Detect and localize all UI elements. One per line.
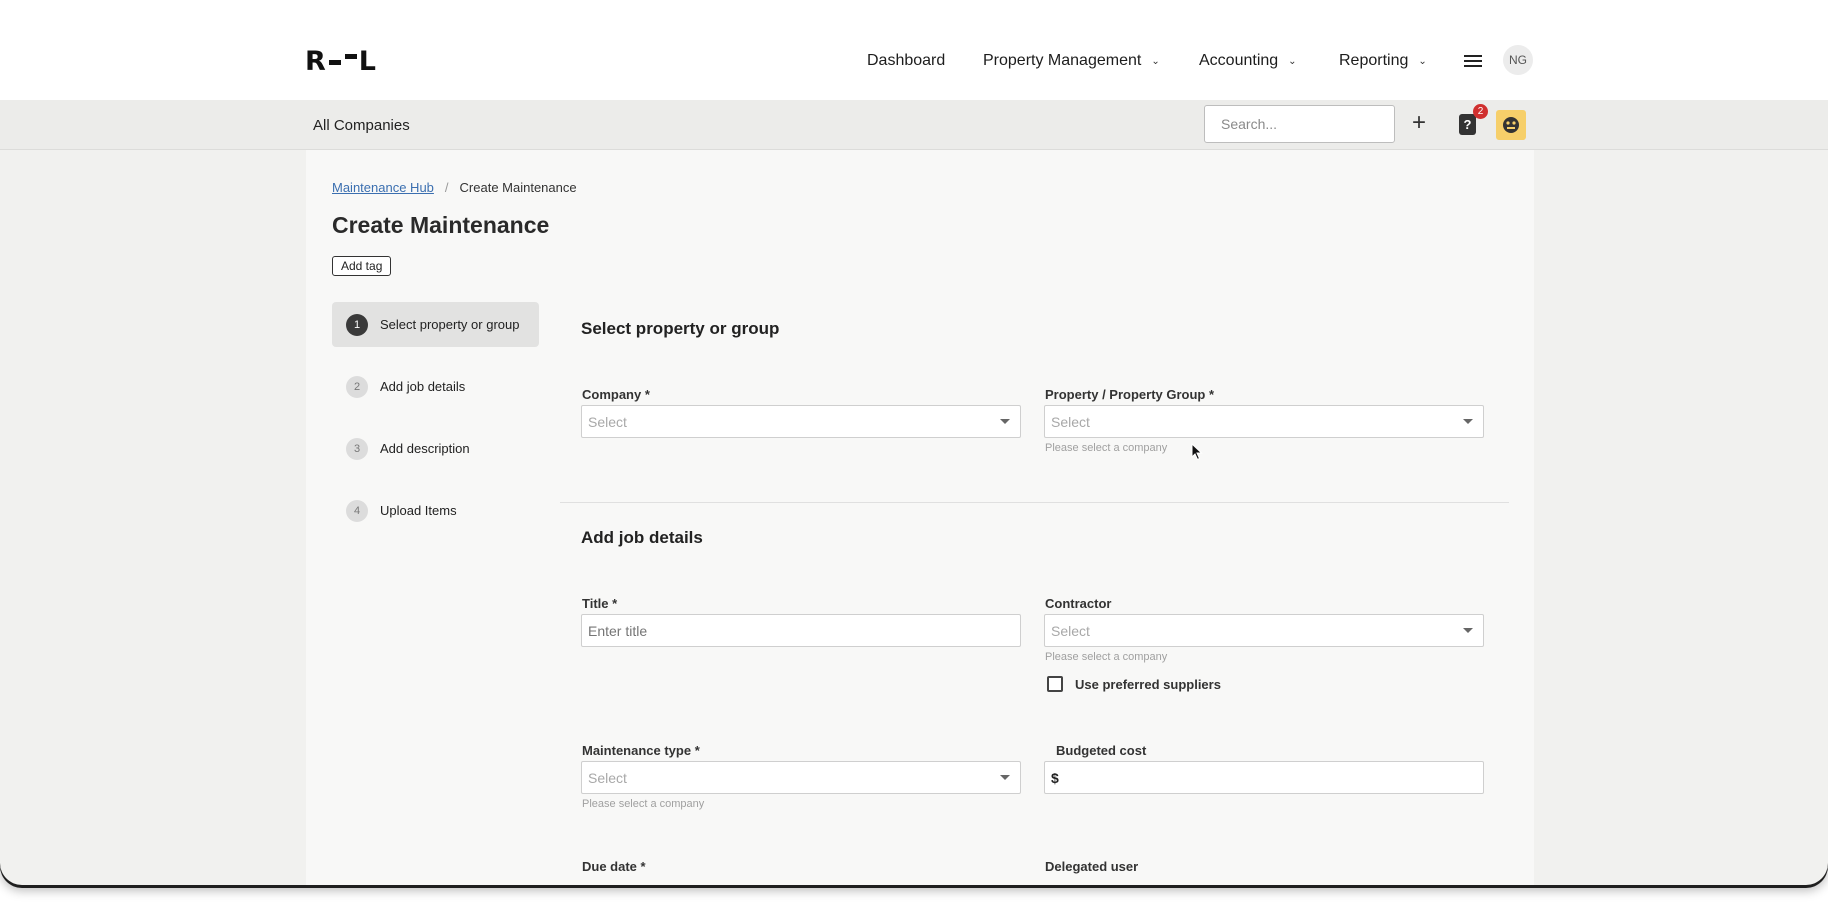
caret-down-icon <box>1000 775 1010 780</box>
section-title-property: Select property or group <box>581 319 780 338</box>
budget-label: Budgeted cost <box>1056 743 1147 758</box>
search-input[interactable] <box>1204 105 1395 143</box>
page-title: Create Maintenance <box>332 212 550 238</box>
step-add-description[interactable]: 3 Add description <box>332 426 539 471</box>
context-bar: All Companies + ? 2 <box>0 100 1828 150</box>
company-label: Company * <box>582 387 650 402</box>
contractor-hint: Please select a company <box>1045 651 1168 663</box>
step-select-property[interactable]: 1 Select property or group <box>332 302 539 347</box>
step-label: Upload Items <box>380 503 457 518</box>
caret-down-icon <box>1463 628 1473 633</box>
preferred-suppliers-label: Use preferred suppliers <box>1075 677 1221 692</box>
nav-property-management-label: Property Management <box>983 52 1142 69</box>
top-nav: RL Dashboard Property Management ⌄ Accou… <box>0 0 1828 100</box>
menu-icon[interactable] <box>1464 54 1482 68</box>
maintenance-type-label: Maintenance type * <box>582 743 700 758</box>
budget-input[interactable]: $ <box>1044 761 1484 794</box>
nav-dashboard-label: Dashboard <box>867 52 946 69</box>
company-select[interactable]: Select <box>581 405 1021 438</box>
breadcrumb-current: Create Maintenance <box>459 180 577 195</box>
user-avatar-initials[interactable]: NG <box>1503 45 1533 75</box>
add-tag-button[interactable]: Add tag <box>332 256 392 276</box>
add-icon[interactable]: + <box>1412 109 1426 137</box>
property-label: Property / Property Group * <box>1045 387 1215 402</box>
user-avatar[interactable] <box>1496 110 1526 140</box>
step-label: Select property or group <box>380 317 520 332</box>
caret-down-icon <box>1463 419 1473 424</box>
nav-dashboard[interactable]: Dashboard <box>867 52 945 70</box>
maintenance-type-select[interactable]: Select <box>581 761 1021 794</box>
company-context[interactable]: All Companies <box>313 117 410 134</box>
chevron-down-icon: ⌄ <box>1151 55 1160 67</box>
title-label: Title * <box>582 596 618 611</box>
app-window: RL Dashboard Property Management ⌄ Accou… <box>0 0 1828 885</box>
step-label: Add description <box>380 441 470 456</box>
nav-reporting[interactable]: Reporting ⌄ <box>1339 52 1427 70</box>
preferred-suppliers-checkbox[interactable] <box>1047 676 1063 692</box>
property-select[interactable]: Select <box>1044 405 1484 438</box>
step-label: Add job details <box>380 379 466 394</box>
contractor-label: Contractor <box>1045 596 1112 611</box>
title-input[interactable] <box>581 614 1021 647</box>
breadcrumb: Maintenance Hub / Create Maintenance <box>332 180 577 195</box>
nav-property-management[interactable]: Property Management ⌄ <box>983 52 1160 70</box>
notification-badge: 2 <box>1473 104 1488 119</box>
breadcrumb-maintenance-hub[interactable]: Maintenance Hub <box>332 180 434 195</box>
main-panel: Maintenance Hub / Create Maintenance Cre… <box>306 150 1534 885</box>
nav-accounting-label: Accounting <box>1199 52 1279 69</box>
section-title-job: Add job details <box>581 528 703 547</box>
step-add-job-details[interactable]: 2 Add job details <box>332 364 539 409</box>
step-upload-items[interactable]: 4 Upload Items <box>332 488 539 533</box>
chevron-down-icon: ⌄ <box>1288 55 1297 67</box>
app-logo[interactable]: RL <box>305 46 377 77</box>
step-number: 2 <box>346 375 368 398</box>
step-number: 3 <box>346 437 368 460</box>
breadcrumb-separator: / <box>444 180 449 195</box>
avatar-face-icon <box>1503 117 1519 133</box>
section-divider <box>560 502 1509 503</box>
step-number: 4 <box>346 499 368 522</box>
mouse-cursor-icon <box>1191 443 1203 461</box>
maintenance-type-hint: Please select a company <box>582 798 705 810</box>
step-number: 1 <box>346 313 368 336</box>
contractor-select[interactable]: Select <box>1044 614 1484 647</box>
help-icon[interactable]: ? <box>1459 114 1476 135</box>
due-date-label: Due date * <box>582 859 646 874</box>
nav-accounting[interactable]: Accounting ⌄ <box>1199 52 1297 70</box>
nav-reporting-label: Reporting <box>1339 52 1409 69</box>
chevron-down-icon: ⌄ <box>1418 55 1427 67</box>
caret-down-icon <box>1000 419 1010 424</box>
property-hint: Please select a company <box>1045 442 1168 454</box>
delegated-user-label: Delegated user <box>1045 859 1139 874</box>
stepper: 1 Select property or group 2 Add job det… <box>332 302 539 550</box>
